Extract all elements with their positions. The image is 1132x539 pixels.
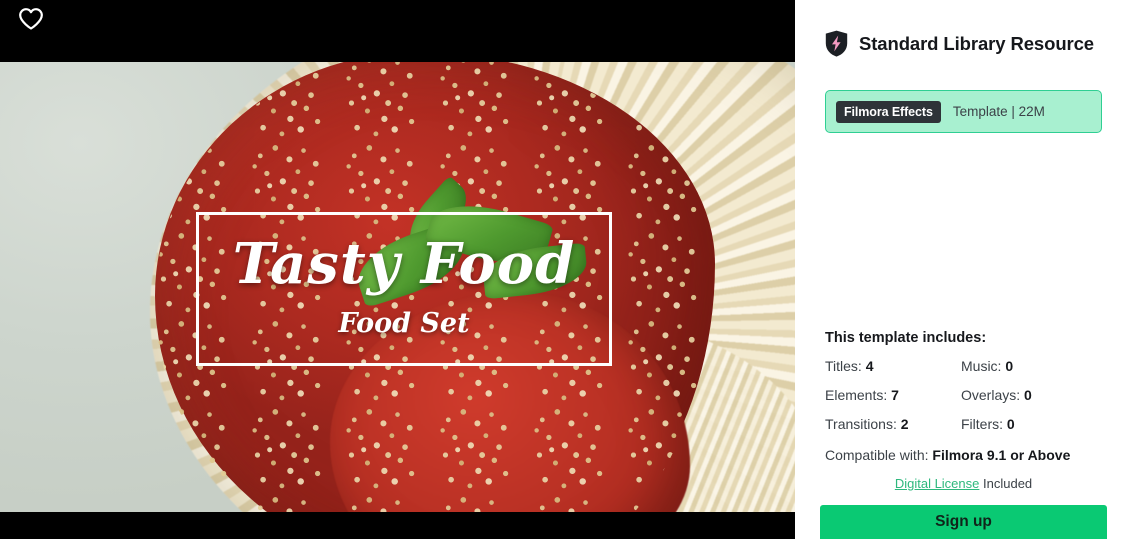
letterbox-bottom-bar xyxy=(0,512,795,539)
template-preview-panel[interactable]: Tasty Food Food Set xyxy=(0,0,795,539)
stat-transitions-label: Transitions: xyxy=(825,416,897,432)
stat-elements-value: 7 xyxy=(891,387,899,403)
template-title-overlay: Tasty Food Food Set xyxy=(196,212,612,366)
resource-tag-box: Filmora Effects Template | 22M xyxy=(825,90,1102,133)
stat-transitions: Transitions: 2 xyxy=(825,416,961,432)
includes-heading: This template includes: xyxy=(825,330,987,346)
table-row: Elements: 7 Overlays: 0 xyxy=(825,387,1115,416)
tag-meta-text: Template | 22M xyxy=(952,104,1045,119)
table-row: Transitions: 2 Filters: 0 xyxy=(825,416,1115,445)
template-title-text: Tasty Food xyxy=(232,230,576,297)
stat-filters: Filters: 0 xyxy=(961,416,1015,432)
license-row: Digital License Included xyxy=(825,476,1102,491)
shield-bolt-icon xyxy=(825,30,848,57)
stat-filters-value: 0 xyxy=(1006,416,1015,432)
template-subtitle-text: Food Set xyxy=(338,307,470,339)
app-root: Tasty Food Food Set Standard Library Res… xyxy=(0,0,1132,539)
stat-overlays-value: 0 xyxy=(1024,387,1032,403)
stat-elements-label: Elements: xyxy=(825,387,888,403)
page-title: Standard Library Resource xyxy=(859,32,1094,54)
stat-overlays-label: Overlays: xyxy=(961,387,1021,403)
compatibility-row: Compatible with: Filmora 9.1 or Above xyxy=(825,447,1070,463)
compatibility-label: Compatible with: xyxy=(825,447,929,463)
stat-music: Music: 0 xyxy=(961,358,1013,374)
compatibility-value: Filmora 9.1 or Above xyxy=(932,447,1071,463)
table-row: Titles: 4 Music: 0 xyxy=(825,358,1115,387)
sign-up-button[interactable]: Sign up xyxy=(820,505,1107,539)
letterbox-top-bar xyxy=(0,0,795,62)
heart-icon[interactable] xyxy=(14,4,48,34)
stat-elements: Elements: 7 xyxy=(825,387,961,403)
stat-transitions-value: 2 xyxy=(900,416,909,432)
stat-titles-label: Titles: xyxy=(825,358,862,374)
stat-filters-label: Filters: xyxy=(961,416,1003,432)
stat-titles: Titles: 4 xyxy=(825,358,961,374)
resource-info-panel: Standard Library Resource Filmora Effect… xyxy=(795,0,1132,539)
stat-titles-value: 4 xyxy=(865,358,874,374)
digital-license-link[interactable]: Digital License xyxy=(895,476,980,491)
status-badge: Filmora Effects xyxy=(836,100,941,123)
stat-overlays: Overlays: 0 xyxy=(961,387,1032,403)
license-suffix-text: Included xyxy=(983,476,1033,491)
resource-header: Standard Library Resource xyxy=(825,30,1094,57)
stat-music-value: 0 xyxy=(1005,358,1014,374)
template-stats-table: Titles: 4 Music: 0 Elements: 7 Overlays:… xyxy=(825,358,1115,445)
stat-music-label: Music: xyxy=(961,358,1002,374)
